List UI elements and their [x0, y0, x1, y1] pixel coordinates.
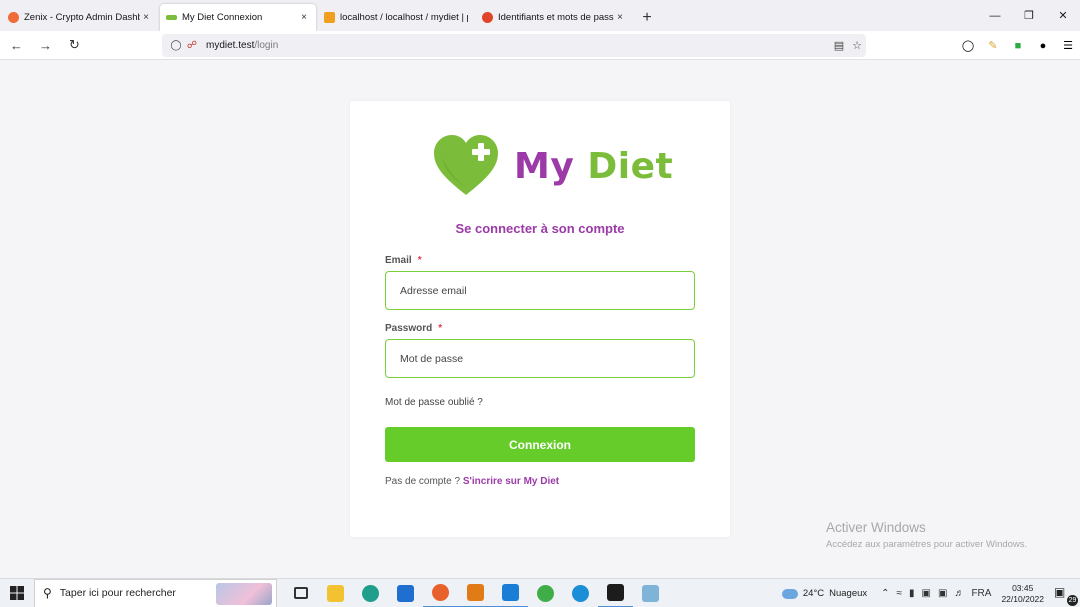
signup-prompt: Pas de compte ? S'incrire sur My Diet: [385, 476, 559, 487]
chrome-icon[interactable]: [528, 579, 563, 607]
tab-strip: Zenix - Crypto Admin Dashboard × My Diet…: [0, 0, 1080, 31]
close-tab-icon[interactable]: ×: [140, 12, 152, 23]
reload-icon[interactable]: ↻: [62, 33, 87, 58]
new-tab-button[interactable]: +: [632, 4, 662, 31]
login-button[interactable]: Connexion: [385, 427, 695, 462]
weather-description: Nuageux: [829, 588, 868, 599]
required-mark: *: [438, 323, 443, 334]
terminal-icon[interactable]: [598, 579, 633, 607]
tab-credentials[interactable]: Identifiants et mots de passe ×: [476, 4, 632, 31]
heart-plus-icon: [434, 135, 498, 195]
brand-name: My Diet: [514, 146, 673, 187]
clock-time: 03:45: [1012, 582, 1034, 593]
login-card: My Diet Se connecter à son compte Email *…: [350, 101, 730, 537]
search-highlight-image: [216, 582, 272, 605]
lock-insecure-icon[interactable]: ☍: [184, 40, 200, 51]
close-window-icon[interactable]: ✕: [1046, 0, 1080, 31]
bookmark-star-icon[interactable]: ☆: [852, 39, 862, 52]
watermark-title: Activer Windows: [826, 520, 926, 535]
pocket-icon[interactable]: ◯: [962, 40, 974, 52]
start-button[interactable]: [0, 579, 34, 607]
activate-windows-watermark: Activer Windows Accédez aux paramètres p…: [826, 520, 1027, 550]
tab-zenix[interactable]: Zenix - Crypto Admin Dashboard ×: [2, 4, 158, 31]
phpmyadmin-favicon-icon: [324, 12, 335, 23]
signup-link[interactable]: S'incrire sur My Diet: [463, 476, 559, 487]
ublock-shield-icon[interactable]: ■: [1012, 40, 1024, 52]
display-icon[interactable]: ▣: [938, 588, 947, 599]
clock[interactable]: 03:45 22/10/2022: [1001, 583, 1044, 605]
extension-pen-icon[interactable]: ✎: [987, 40, 999, 52]
menu-hamburger-icon[interactable]: ☰: [1062, 40, 1074, 52]
cloud-icon: [781, 588, 798, 599]
password-field[interactable]: [385, 339, 695, 378]
address-bar[interactable]: ◯ ☍ mydiet.test/login ▤ ☆: [162, 34, 866, 57]
hardware-icon[interactable]: ▣: [922, 588, 931, 599]
weather-widget[interactable]: 24°C Nuageux: [781, 588, 868, 599]
url-host: mydiet.test: [206, 40, 255, 51]
email-label-text: Email: [385, 255, 412, 266]
battery-icon[interactable]: ▮: [909, 588, 915, 599]
brand-diet: Diet: [587, 145, 674, 187]
mydiet-favicon-icon: [166, 15, 177, 20]
close-tab-icon[interactable]: ×: [298, 12, 310, 23]
tab-title: Zenix - Crypto Admin Dashboard: [24, 12, 140, 23]
firefox-icon[interactable]: [423, 579, 458, 607]
login-heading: Se connecter à son compte: [455, 221, 625, 236]
vscode-icon[interactable]: [493, 579, 528, 607]
extensions-area: ◯ ✎ ■ ● ☰: [962, 31, 1074, 60]
wifi-icon[interactable]: ≈: [897, 588, 903, 599]
file-explorer-icon[interactable]: [318, 579, 353, 607]
reader-view-icon[interactable]: ▤: [834, 39, 844, 52]
tray-icons: ⌃ ≈ ▮ ▣ ▣ ♬ FRA: [881, 588, 991, 599]
pinned-apps: [283, 579, 668, 607]
notification-center-icon[interactable]: ▣ 29: [1054, 585, 1078, 606]
tab-my-diet[interactable]: My Diet Connexion ×: [160, 4, 316, 31]
back-icon[interactable]: ←: [4, 33, 29, 58]
weather-temperature: 24°C: [802, 588, 825, 599]
tab-phpmyadmin[interactable]: localhost / localhost / mydiet | p: [318, 4, 474, 31]
navigation-toolbar: ← → ↻ ◯ ☍ mydiet.test/login ▤ ☆ ◯ ✎ ■ ● …: [0, 31, 1080, 60]
forgot-password-link[interactable]: Mot de passe oublié ?: [385, 397, 483, 408]
chevron-up-icon[interactable]: ⌃: [881, 588, 889, 599]
windows-taskbar: ⚲ Taper ici pour rechercher 24°C Nuageux…: [0, 578, 1080, 607]
minimize-icon[interactable]: —: [978, 0, 1012, 31]
url-path: /login: [254, 40, 279, 51]
zenix-favicon-icon: [8, 12, 19, 23]
shield-icon[interactable]: ◯: [168, 40, 184, 51]
extension-dots-icon[interactable]: ●: [1037, 40, 1049, 52]
blue-app-icon[interactable]: [563, 579, 598, 607]
system-tray: 24°C Nuageux ⌃ ≈ ▮ ▣ ▣ ♬ FRA 03:45 22/10…: [781, 579, 1080, 607]
required-mark: *: [417, 255, 422, 266]
windows-logo-icon: [10, 586, 24, 600]
mail-icon[interactable]: [388, 579, 423, 607]
firefox-favicon-icon: [482, 12, 493, 23]
task-view-icon[interactable]: [283, 579, 318, 607]
email-label: Email *: [385, 255, 422, 266]
restore-icon[interactable]: ❐: [1012, 0, 1046, 31]
my-diet-logo: My Diet: [434, 135, 673, 197]
close-tab-icon[interactable]: ×: [614, 12, 626, 23]
sublime-text-icon[interactable]: [458, 579, 493, 607]
clock-date: 22/10/2022: [1001, 593, 1044, 604]
search-placeholder: Taper ici pour rechercher: [59, 587, 176, 599]
misc-app-icon[interactable]: [633, 579, 668, 607]
search-icon: ⚲: [43, 586, 52, 600]
edge-icon[interactable]: [353, 579, 388, 607]
tab-title: localhost / localhost / mydiet | p: [340, 12, 468, 23]
tab-title: My Diet Connexion: [182, 12, 263, 23]
language-indicator[interactable]: FRA: [971, 588, 991, 599]
notification-count: 29: [1067, 594, 1078, 606]
signup-prompt-text: Pas de compte ?: [385, 476, 461, 487]
watermark-subtitle: Accédez aux paramètres pour activer Wind…: [826, 539, 1028, 550]
forward-icon[interactable]: →: [33, 33, 58, 58]
password-label-text: Password: [385, 323, 433, 334]
brand-my: My: [514, 145, 575, 187]
taskbar-search[interactable]: ⚲ Taper ici pour rechercher: [34, 578, 277, 607]
email-field[interactable]: [385, 271, 695, 310]
password-label: Password *: [385, 323, 442, 334]
window-controls: — ❐ ✕: [978, 0, 1080, 31]
volume-icon[interactable]: ♬: [954, 588, 964, 599]
tab-title: Identifiants et mots de passe: [498, 12, 614, 23]
